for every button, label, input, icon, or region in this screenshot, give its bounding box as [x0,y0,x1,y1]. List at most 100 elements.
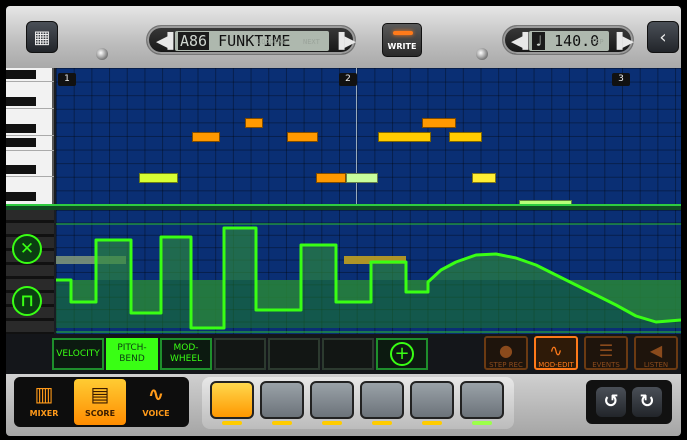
pattern-pad-5[interactable] [410,381,454,419]
waveform-button[interactable]: ⊓ [12,286,42,316]
note-block[interactable] [448,132,483,142]
record-icon: ● [499,341,513,360]
score-label: SCORE [84,409,116,418]
redo-button[interactable]: ↻ [632,387,662,417]
back-button[interactable]: ‹ [647,21,679,53]
tab-velocity[interactable]: VELOCITY [52,338,104,370]
chevron-left-icon: ‹ [659,26,667,48]
note-block[interactable] [315,172,346,183]
tempo-up-icon[interactable]: ▐▶ [611,32,634,50]
add-mod-tab-button[interactable]: + [376,338,428,370]
listen-label: LISTEN [643,361,669,369]
pad-led [322,421,342,425]
note-block[interactable] [422,118,456,129]
top-bar: ▦ ◀▌ LOADING NEXT A86 FUNKTIME ▐▶ WRITE … [6,6,681,68]
score-button[interactable]: ▤ SCORE [74,379,126,425]
pattern-pads [202,377,514,429]
black-key[interactable] [6,70,36,79]
preset-number: A86 [178,32,210,50]
events-label: EVENTS [592,361,620,369]
pattern-pad-6[interactable] [460,381,504,419]
write-button[interactable]: WRITE [382,23,422,57]
mod-curve-area[interactable] [56,210,681,334]
pattern-pad-3[interactable] [310,381,354,419]
black-key[interactable] [6,165,36,174]
tab-empty-slot[interactable] [322,338,374,370]
pattern-pad-4[interactable] [360,381,404,419]
tab-label: MOD-WHEEL [169,343,203,364]
note-block[interactable] [287,132,318,142]
note-block[interactable] [471,172,497,183]
white-key-divider [6,176,54,177]
voice-label: VOICE [142,409,170,418]
mod-keyboard-strip: ✕ ⊓ [6,210,54,335]
score-icon: ▤ [90,382,110,406]
note-block[interactable] [345,172,378,183]
screw-decoration [96,48,108,60]
note-icon: ♩ [532,32,546,50]
note-block[interactable] [138,172,178,183]
note-block[interactable] [191,132,221,142]
pattern-pad-2[interactable] [260,381,304,419]
grid-icon: ▦ [33,26,51,48]
tempo-display[interactable]: TAP ♩ 140.0 [529,31,609,51]
pad-led [222,421,242,425]
black-key[interactable] [6,192,36,201]
tab-empty-slot[interactable] [214,338,266,370]
close-circle-icon: ✕ [19,239,35,259]
square-wave-icon: ⊓ [20,291,34,311]
voice-wave-icon: ∿ [147,382,165,406]
app-frame: ▦ ◀▌ LOADING NEXT A86 FUNKTIME ▐▶ WRITE … [6,6,681,436]
events-button[interactable]: ☰ EVENTS [584,336,628,370]
pattern-pad-1[interactable] [210,381,254,419]
note-block[interactable] [245,118,263,129]
piano-keyboard[interactable] [6,68,54,204]
step-rec-label: STEP REC [489,361,523,369]
plus-circle-icon: + [390,342,414,366]
mod-edit-button[interactable]: ∿ MOD-EDIT [534,336,578,370]
mixer-icon: ▥ [34,382,54,406]
mod-curve-canvas[interactable] [56,210,681,334]
preset-next-icon[interactable]: ▐▶ [333,32,356,50]
note-grid[interactable]: 1 2 3 [56,68,681,210]
list-icon: ☰ [598,341,614,360]
undo-redo-group: ↺ ↻ [586,380,672,424]
white-key-divider [6,135,54,136]
step-rec-button[interactable]: ● STEP REC [484,336,528,370]
wave-icon: ∿ [549,341,563,360]
pad-led [422,421,442,425]
mod-editor[interactable]: ✕ ⊓ [6,210,681,335]
pad-led [472,421,492,425]
preset-ghost-loading: LOADING [257,38,287,46]
voice-button[interactable]: ∿ VOICE [130,379,182,425]
piano-roll[interactable]: 1 2 3 [6,68,681,210]
grid-menu-button[interactable]: ▦ [26,21,58,53]
undo-button[interactable]: ↺ [596,387,626,417]
tab-label: PITCH-BEND [117,343,147,364]
pad-led [372,421,392,425]
black-key[interactable] [6,138,36,147]
white-key-divider [6,150,54,151]
mod-tab-row: VELOCITY PITCH-BEND MOD-WHEEL + ● STEP R… [6,334,681,374]
bar-number-3: 3 [612,73,630,86]
tab-empty-slot[interactable] [268,338,320,370]
clear-mod-button[interactable]: ✕ [12,234,42,264]
bar-number-2: 2 [339,73,357,86]
app-root: ▦ ◀▌ LOADING NEXT A86 FUNKTIME ▐▶ WRITE … [0,0,687,440]
megaphone-icon: ◀ [649,341,663,360]
tab-pitch-bend[interactable]: PITCH-BEND [106,338,158,370]
listen-button[interactable]: ◀ LISTEN [634,336,678,370]
screw-decoration [476,48,488,60]
preset-display: LOADING NEXT A86 FUNKTIME [175,31,329,51]
bar-number-1: 1 [58,73,76,86]
preset-selector: ◀▌ LOADING NEXT A86 FUNKTIME ▐▶ [146,25,356,55]
mixer-button[interactable]: ▥ MIXER [18,379,70,425]
playhead[interactable] [356,68,357,204]
black-key[interactable] [6,97,36,106]
redo-icon: ↻ [639,391,655,412]
pad-led [272,421,292,425]
tab-mod-wheel[interactable]: MOD-WHEEL [160,338,212,370]
bottom-bar: ▥ MIXER ▤ SCORE ∿ VOICE ↺ ↻ [6,374,681,436]
black-key[interactable] [6,124,36,133]
note-block[interactable] [377,132,431,142]
